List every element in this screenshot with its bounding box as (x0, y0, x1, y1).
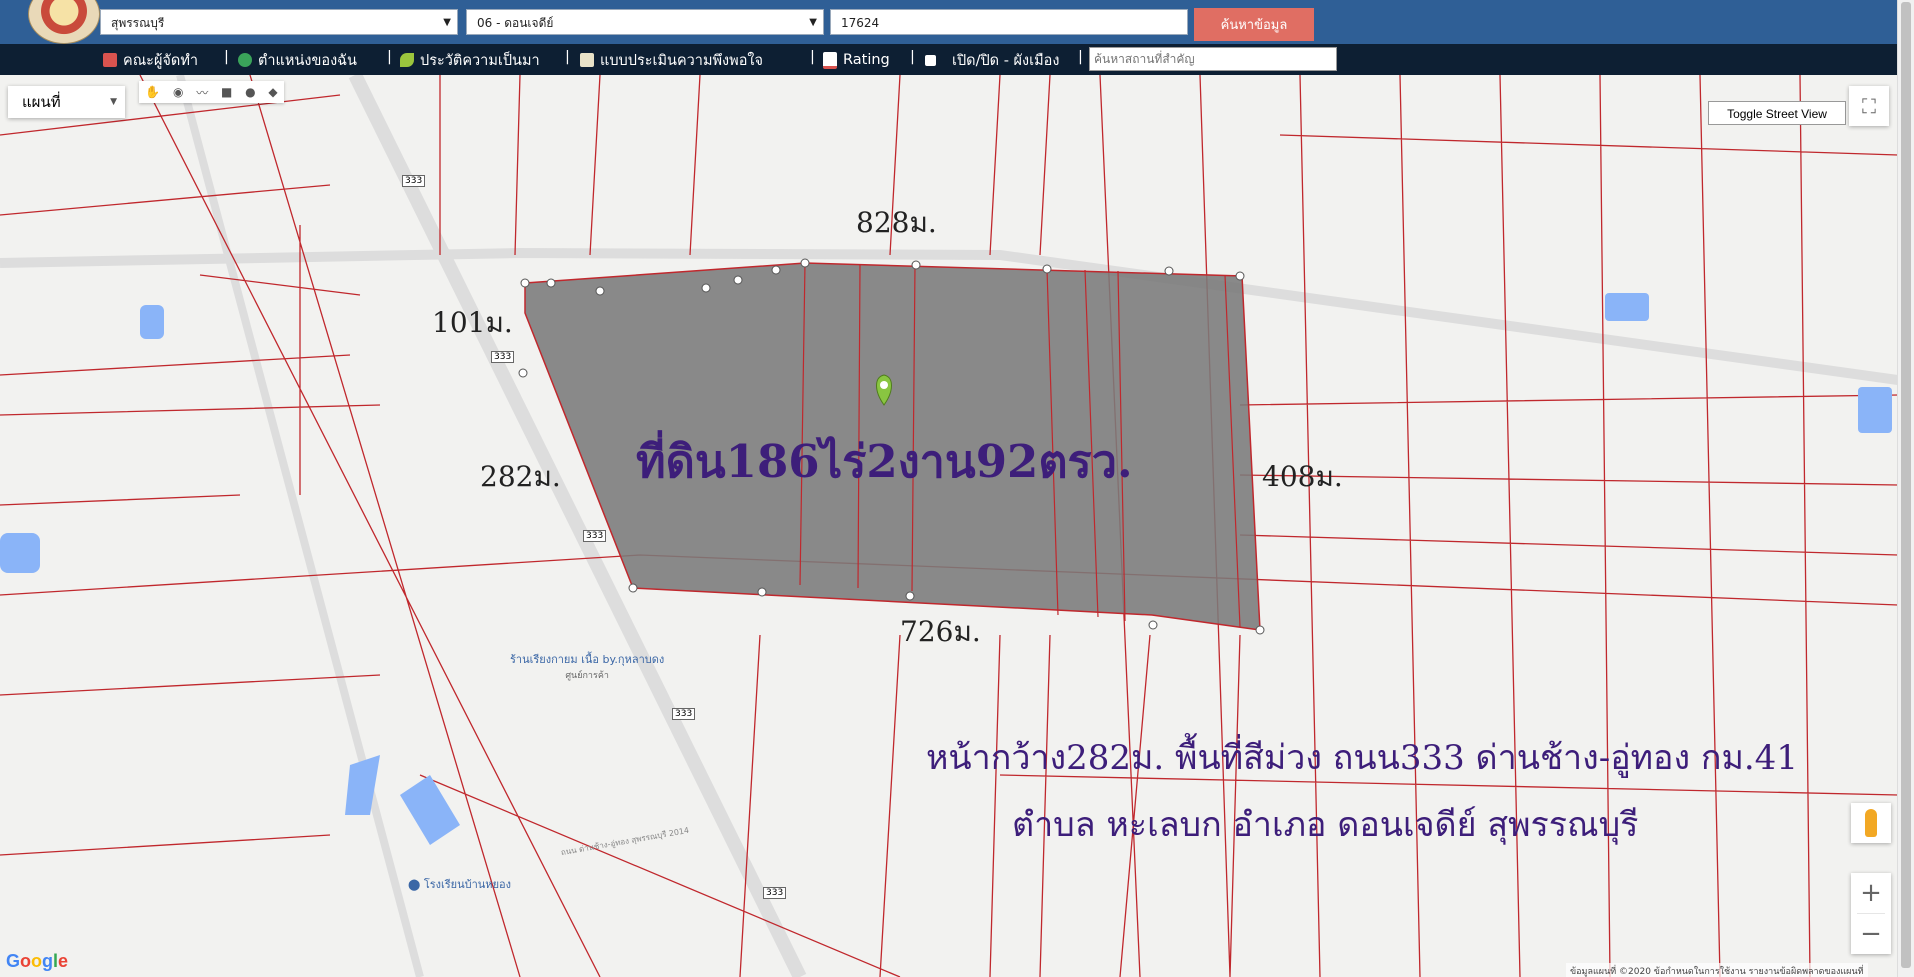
nav-item-label: Rating (843, 52, 890, 68)
road-shield-333: 333 (672, 708, 696, 720)
place-search-input[interactable] (1089, 47, 1337, 71)
dimension-left-label: 282ม. (480, 460, 561, 493)
poi-shop-type: ศูนย์การค้า (565, 671, 609, 681)
marker-icon[interactable]: ◉ (173, 85, 183, 99)
road-shield-333: 333 (583, 530, 607, 542)
chart-icon (823, 51, 837, 69)
description-line-2: ตำบล หะเลบก อำเภอ ดอนเจดีย์ สุพรรณบุรี (1012, 805, 1639, 845)
nav-separator: | (910, 49, 915, 65)
globe-icon (238, 53, 252, 67)
chevron-down-icon: ▼ (809, 17, 817, 28)
road-shield-333: 333 (491, 351, 515, 363)
nav-separator: | (387, 49, 392, 65)
rectangle-icon[interactable]: ■ (221, 85, 232, 99)
building-icon (103, 53, 117, 67)
checkbox-icon[interactable] (925, 54, 936, 66)
district-select-value: 06 - ดอนเจดีย์ (477, 16, 554, 30)
nav-item-history[interactable]: ประวัติความเป็นมา (400, 49, 540, 71)
hand-icon[interactable]: ✋ (145, 85, 160, 99)
zoom-in-button[interactable]: + (1851, 873, 1891, 913)
poi-school-name: โรงเรียนบ้านหยอง (423, 878, 511, 891)
nav-item-label: คณะผู้จัดทำ (123, 52, 199, 69)
province-select[interactable]: สุพรรณบุรี ▼ (100, 9, 458, 35)
circle-icon[interactable]: ● (245, 85, 255, 99)
scrollbar-thumb[interactable] (1901, 2, 1911, 968)
map-attribution[interactable]: ข้อมูลแผนที่ ©2020 ข้อกำหนดในการใช้งาน ร… (1566, 963, 1868, 977)
nav-item-label: ประวัติความเป็นมา (420, 52, 540, 69)
nav-separator: | (565, 49, 570, 65)
chevron-down-icon: ▼ (443, 17, 451, 28)
nav-item-rating[interactable]: Rating (823, 49, 890, 71)
page-scrollbar[interactable] (1897, 0, 1914, 977)
sprout-icon (400, 53, 414, 67)
google-logo: Google (6, 951, 69, 971)
poi-school-label[interactable]: ⬤ โรงเรียนบ้านหยอง (408, 875, 511, 893)
chevron-down-icon: ▼ (110, 97, 117, 107)
department-seal-logo (28, 0, 100, 44)
polygon-icon[interactable]: ◆ (268, 85, 277, 99)
dimension-bottom-label: 726ม. (900, 615, 981, 648)
document-icon (580, 53, 594, 67)
road-shield-333: 333 (402, 175, 426, 187)
school-pin-icon: ⬤ (408, 878, 424, 891)
nav-separator: | (224, 49, 229, 65)
zoom-out-button[interactable]: − (1851, 914, 1891, 954)
fullscreen-icon[interactable]: ⛶ (1849, 86, 1889, 126)
map-canvas[interactable]: แผนที่ ▼ ✋ ◉ 〰 ■ ● ◆ Toggle Street View … (0, 75, 1898, 977)
deed-number-input[interactable]: 17624 (830, 9, 1188, 35)
nav-item-town-plan-toggle[interactable]: เปิด/ปิด - ผังเมือง (925, 49, 1059, 71)
map-type-dropdown[interactable]: แผนที่ ▼ (8, 86, 125, 118)
nav-item-survey[interactable]: แบบประเมินความพึงพอใจ (580, 49, 763, 71)
top-header-bar: สุพรรณบุรี ▼ 06 - ดอนเจดีย์ ▼ 17624 ค้นห… (0, 0, 1914, 44)
nav-item-label: แบบประเมินความพึงพอใจ (600, 52, 763, 69)
nav-separator: | (1078, 49, 1083, 65)
parcel-area-label: ที่ดิน186ไร่2งาน92ตรว. (636, 435, 1133, 488)
nav-item-team[interactable]: คณะผู้จัดทำ (103, 49, 198, 71)
poi-shop-name: ร้านเรียงกายม เนื้อ by.กุหลาบดง (510, 653, 665, 666)
province-select-value: สุพรรณบุรี (111, 16, 165, 30)
nav-item-label: เปิด/ปิด - ผังเมือง (952, 52, 1060, 69)
search-data-button[interactable]: ค้นหาข้อมูล (1194, 8, 1314, 41)
nav-separator: | (810, 49, 815, 65)
drawing-toolbar: ✋ ◉ 〰 ■ ● ◆ (139, 81, 284, 103)
dimension-left-top-label: 101ม. (432, 306, 513, 339)
pegman-icon[interactable] (1851, 803, 1891, 843)
map-type-label: แผนที่ (22, 93, 61, 111)
nav-item-label: ตำแหน่งของฉัน (258, 52, 357, 69)
district-select[interactable]: 06 - ดอนเจดีย์ ▼ (466, 9, 824, 35)
nav-bar: คณะผู้จัดทำ | ตำแหน่งของฉัน | ประวัติควา… (0, 44, 1914, 75)
nav-item-my-location[interactable]: ตำแหน่งของฉัน (238, 49, 357, 71)
polyline-icon[interactable]: 〰 (196, 84, 208, 101)
description-line-1: หน้ากว้าง282ม. พื้นที่สีม่วง ถนน333 ด่าน… (926, 738, 1798, 778)
toggle-street-view-button[interactable]: Toggle Street View (1708, 101, 1846, 125)
zoom-control: + − (1851, 873, 1891, 954)
poi-shop-label[interactable]: ร้านเรียงกายม เนื้อ by.กุหลาบดง ศูนย์การ… (510, 650, 664, 682)
deed-number-value: 17624 (841, 16, 880, 30)
dimension-top-label: 828ม. (856, 206, 937, 239)
dimension-right-label: 408ม. (1262, 460, 1343, 493)
road-shield-333: 333 (763, 887, 787, 899)
